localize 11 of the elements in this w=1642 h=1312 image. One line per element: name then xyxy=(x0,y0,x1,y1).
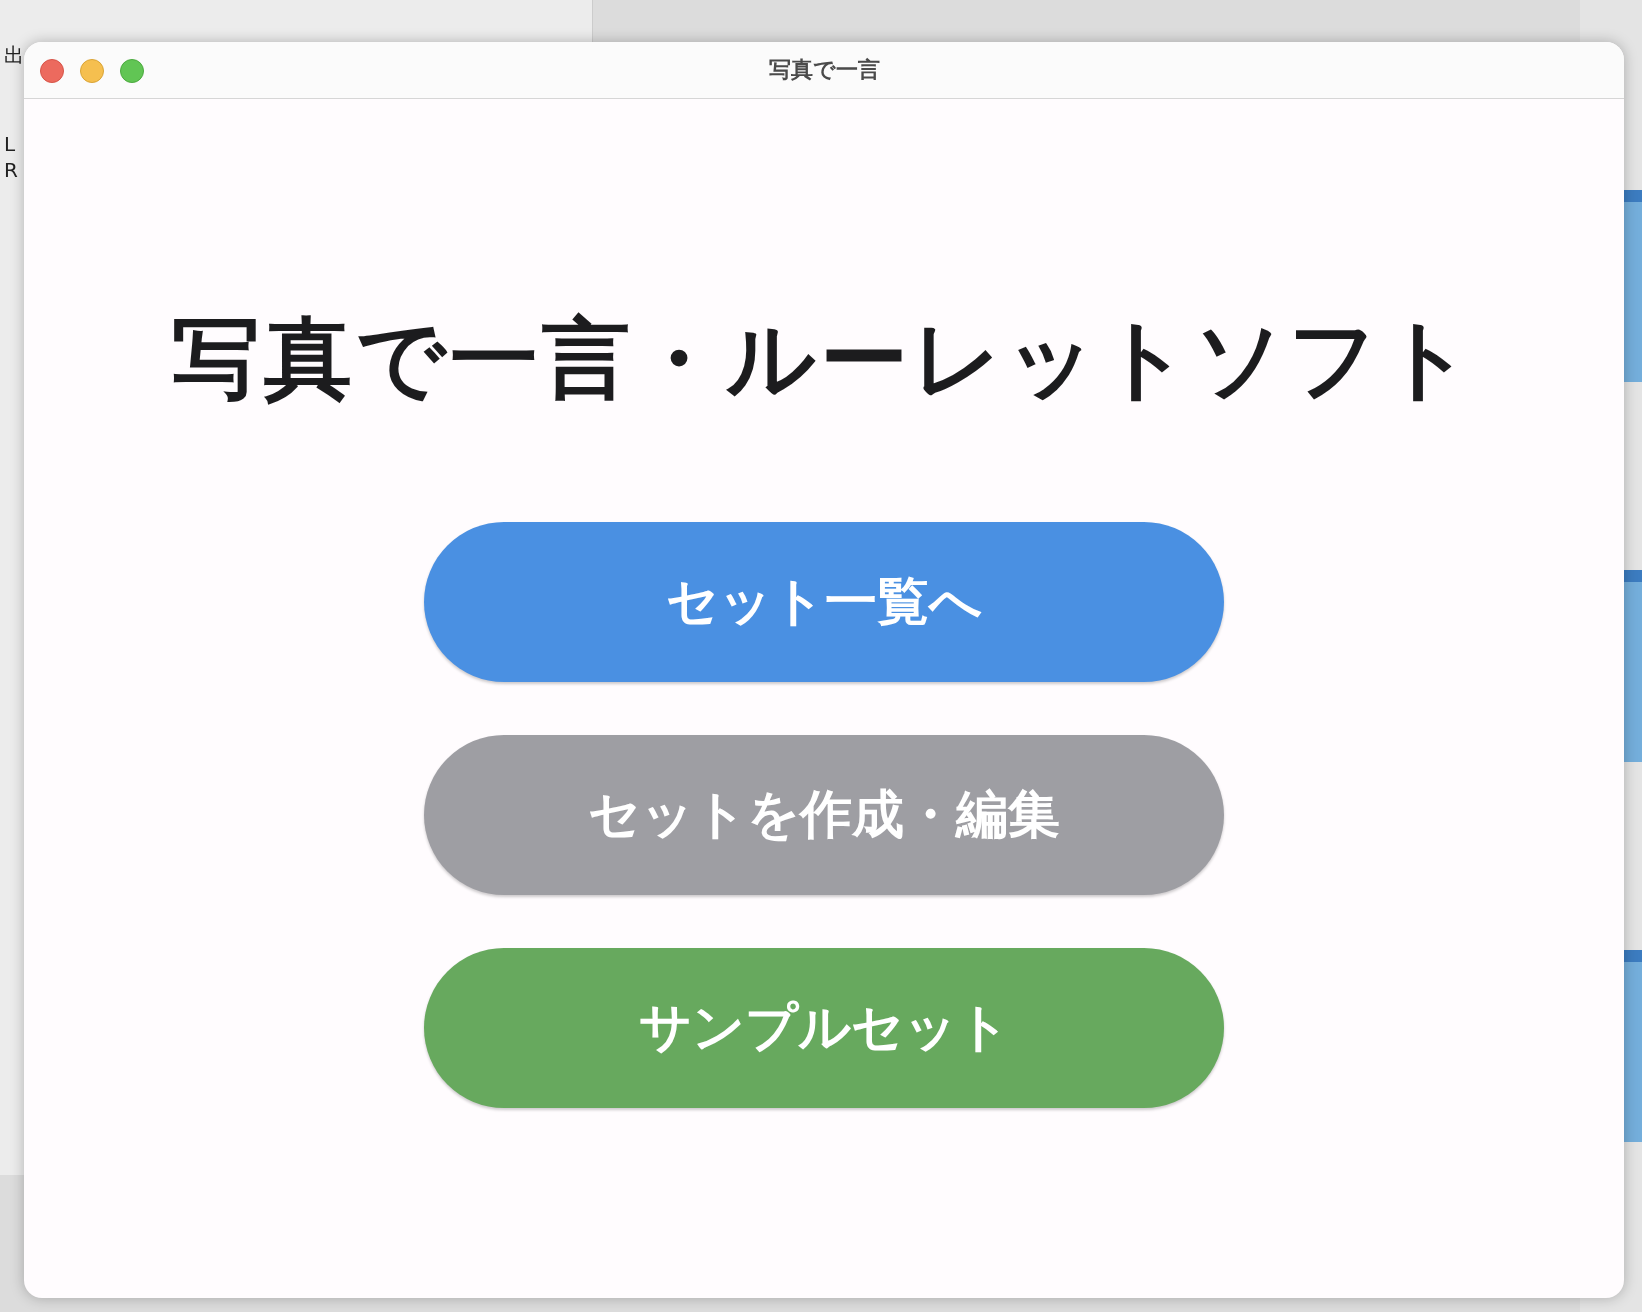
menu-button[interactable]: セットを作成・編集 xyxy=(424,734,1224,895)
menu-button[interactable]: セット一覧へ xyxy=(424,521,1224,682)
minimize-icon[interactable] xyxy=(80,59,104,83)
background-text: 出 xyxy=(4,42,24,69)
background-text: R xyxy=(4,158,18,182)
page-heading: 写真で一言・ルーレットソフト xyxy=(172,306,1476,412)
background-text: L xyxy=(4,132,16,156)
zoom-icon[interactable] xyxy=(120,59,144,83)
close-icon[interactable] xyxy=(40,59,64,83)
menu-button[interactable]: サンプルセット xyxy=(424,947,1224,1108)
window-title: 写真で一言 xyxy=(768,56,880,84)
